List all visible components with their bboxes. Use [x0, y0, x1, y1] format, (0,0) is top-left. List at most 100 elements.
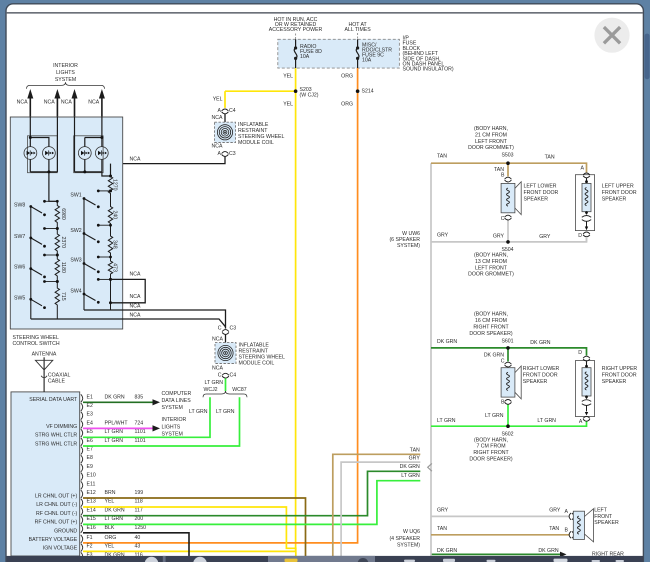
svg-text:LT GRN: LT GRN	[401, 473, 420, 479]
svg-text:LEFT LOWER: LEFT LOWER	[524, 184, 557, 190]
svg-text:DOOR GROMMET): DOOR GROMMET)	[468, 272, 514, 278]
svg-text:NCA: NCA	[130, 156, 141, 162]
svg-text:LT GRN: LT GRN	[437, 418, 456, 424]
svg-text:ORG: ORG	[105, 535, 117, 541]
svg-text:DK GRN: DK GRN	[538, 548, 558, 554]
svg-text:SW6: SW6	[14, 265, 25, 271]
svg-text:SPEAKER: SPEAKER	[602, 379, 627, 385]
svg-text:(BODY HARN,: (BODY HARN,	[474, 312, 508, 318]
svg-text:1101: 1101	[135, 429, 146, 435]
svg-text:CABLE: CABLE	[48, 379, 66, 385]
svg-text:CONTROL SWITCH: CONTROL SWITCH	[13, 341, 60, 347]
svg-text:SW7: SW7	[14, 234, 25, 240]
svg-text:YEL: YEL	[105, 499, 115, 505]
svg-text:SYSTEM: SYSTEM	[162, 405, 183, 411]
svg-text:43: 43	[135, 544, 141, 550]
svg-text:10A: 10A	[300, 54, 310, 60]
svg-text:DATA LINES: DATA LINES	[162, 398, 192, 404]
svg-text:SW8: SW8	[14, 203, 25, 209]
svg-text:C3: C3	[229, 151, 236, 157]
svg-text:FRONT DOOR: FRONT DOOR	[524, 190, 559, 196]
svg-text:A: A	[218, 151, 222, 157]
svg-text:DOOR SPEAKER): DOOR SPEAKER)	[469, 457, 513, 463]
svg-text:SYSTEM): SYSTEM)	[397, 542, 420, 548]
svg-text:ALL TIMES: ALL TIMES	[344, 27, 371, 33]
svg-text:E16: E16	[87, 525, 96, 531]
svg-text:E14: E14	[87, 507, 96, 513]
svg-text:NCA: NCA	[212, 144, 223, 150]
svg-text:D: D	[578, 350, 582, 356]
svg-text:13 CM FROM: 13 CM FROM	[475, 259, 507, 265]
svg-text:199: 199	[135, 490, 144, 496]
svg-text:IGN VOLTAGE: IGN VOLTAGE	[43, 546, 78, 552]
svg-text:TAN: TAN	[437, 154, 447, 160]
svg-text:C: C	[218, 373, 222, 379]
svg-text:7 CM FROM: 7 CM FROM	[476, 444, 505, 450]
svg-text:NCA: NCA	[88, 99, 99, 105]
svg-text:RF CHNL OUT (-): RF CHNL OUT (-)	[36, 511, 77, 517]
svg-text:SW2: SW2	[70, 228, 81, 234]
svg-text:PPL/WHT: PPL/WHT	[105, 420, 129, 426]
svg-text:S601: S601	[501, 338, 513, 344]
svg-text:C4: C4	[230, 373, 237, 379]
svg-text:E2: E2	[87, 403, 93, 409]
svg-text:NCA: NCA	[212, 366, 223, 372]
svg-text:E11: E11	[87, 481, 96, 487]
svg-text:TAN: TAN	[549, 526, 559, 532]
svg-text:SW5: SW5	[14, 295, 25, 301]
svg-text:348: 348	[111, 240, 117, 249]
svg-text:SPEAKER: SPEAKER	[602, 197, 627, 203]
svg-text:BLK: BLK	[105, 525, 115, 531]
svg-text:E12: E12	[87, 490, 96, 496]
svg-text:40: 40	[135, 535, 141, 541]
svg-text:835: 835	[135, 394, 144, 400]
svg-text:LEFT FRONT: LEFT FRONT	[475, 265, 508, 271]
svg-text:D: D	[578, 233, 582, 239]
svg-text:NCA: NCA	[212, 115, 223, 121]
svg-text:LIGHTS: LIGHTS	[56, 70, 75, 76]
svg-text:E9: E9	[87, 464, 93, 470]
svg-text:SW4: SW4	[70, 288, 81, 294]
svg-text:1250: 1250	[135, 525, 147, 531]
svg-text:A: A	[565, 509, 569, 515]
svg-text:YEL: YEL	[283, 101, 293, 107]
svg-text:LT GRN: LT GRN	[189, 409, 208, 415]
svg-text:GRY: GRY	[549, 507, 561, 513]
svg-text:DK GRN: DK GRN	[437, 339, 457, 345]
svg-text:C: C	[501, 216, 505, 222]
svg-text:FRONT: FRONT	[594, 514, 613, 520]
svg-text:1180: 1180	[60, 262, 66, 273]
svg-text:BRN: BRN	[105, 490, 116, 496]
svg-text:FRONT DOOR: FRONT DOOR	[602, 373, 637, 379]
svg-text:200: 200	[135, 516, 144, 522]
svg-text:B: B	[565, 528, 569, 534]
svg-text:NCA: NCA	[130, 272, 141, 278]
svg-text:117: 117	[135, 507, 143, 513]
svg-text:RF CHNL OUT (+): RF CHNL OUT (+)	[35, 520, 78, 526]
svg-text:E13: E13	[87, 499, 96, 505]
svg-text:YEL: YEL	[213, 97, 223, 103]
svg-text:DOOR GROMMET): DOOR GROMMET)	[468, 145, 514, 151]
svg-text:LT GRN: LT GRN	[105, 429, 124, 435]
svg-text:F1: F1	[87, 535, 93, 541]
svg-text:A: A	[581, 165, 585, 171]
svg-text:(BODY HARN,: (BODY HARN,	[474, 253, 508, 259]
svg-text:ORG: ORG	[341, 73, 353, 79]
svg-text:C: C	[218, 325, 222, 331]
svg-text:FRONT DOOR: FRONT DOOR	[602, 190, 637, 196]
svg-text:NCA: NCA	[130, 303, 141, 309]
svg-text:LT GRN: LT GRN	[216, 409, 235, 415]
svg-text:TAN: TAN	[437, 526, 447, 532]
svg-text:C4: C4	[229, 108, 236, 114]
svg-text:E15: E15	[87, 516, 96, 522]
svg-text:MODULE COIL: MODULE COIL	[238, 140, 274, 146]
svg-text:SPEAKER: SPEAKER	[523, 379, 548, 385]
svg-text:C: C	[501, 358, 505, 364]
svg-text:DK GRN: DK GRN	[105, 507, 125, 513]
svg-text:MODULE COIL: MODULE COIL	[239, 360, 275, 366]
svg-text:16 CM FROM: 16 CM FROM	[475, 318, 507, 324]
svg-text:INTERIOR: INTERIOR	[162, 417, 187, 423]
svg-text:724: 724	[135, 420, 144, 426]
svg-text:LT GRN: LT GRN	[204, 380, 223, 386]
svg-text:(4 SPEAKER: (4 SPEAKER	[389, 536, 420, 542]
